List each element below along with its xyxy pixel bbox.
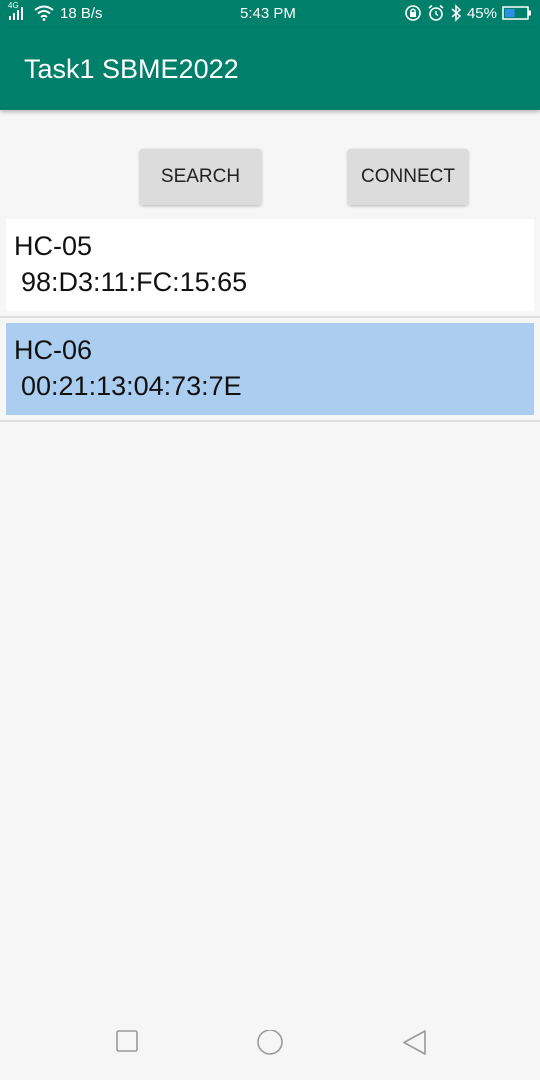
signal-icon: 4G: [8, 1, 28, 22]
device-address: 98:D3:11:FC:15:65: [21, 267, 248, 297]
status-time: 5:43 PM: [240, 5, 296, 22]
device-name: HC-06: [14, 335, 93, 365]
device-list-item[interactable]: HC-05 98:D3:11:FC:15:65: [6, 219, 534, 311]
status-right-group: 45%: [404, 4, 532, 22]
status-bar: 4G 18 B/s 5:43 PM 45%: [0, 0, 540, 28]
wifi-icon: [34, 5, 54, 21]
back-icon[interactable]: [402, 1030, 428, 1061]
device-list-item-selected[interactable]: HC-06 00:21:13:04:73:7E: [6, 323, 534, 415]
list-divider: [0, 316, 540, 318]
app-bar: Task1 SBME2022: [0, 28, 540, 110]
battery-percent: 45%: [466, 4, 497, 22]
rotation-lock-icon: [404, 4, 422, 22]
network-speed: 18 B/s: [60, 4, 103, 22]
device-address: 00:21:13:04:73:7E: [21, 371, 242, 401]
status-left-group: 4G 18 B/s: [8, 1, 103, 22]
search-button[interactable]: SEARCH: [140, 149, 261, 205]
signal-label: 4G: [8, 1, 19, 10]
home-icon[interactable]: [256, 1029, 284, 1063]
alarm-icon: [427, 4, 445, 22]
nav-bar: [0, 1010, 540, 1080]
device-name: HC-05: [14, 231, 93, 261]
connect-button[interactable]: CONNECT: [348, 149, 468, 205]
list-divider: [0, 420, 540, 422]
recent-apps-icon[interactable]: [116, 1030, 138, 1057]
bluetooth-icon: [450, 4, 462, 22]
battery-icon: [502, 5, 532, 21]
app-title: Task1 SBME2022: [24, 54, 239, 84]
